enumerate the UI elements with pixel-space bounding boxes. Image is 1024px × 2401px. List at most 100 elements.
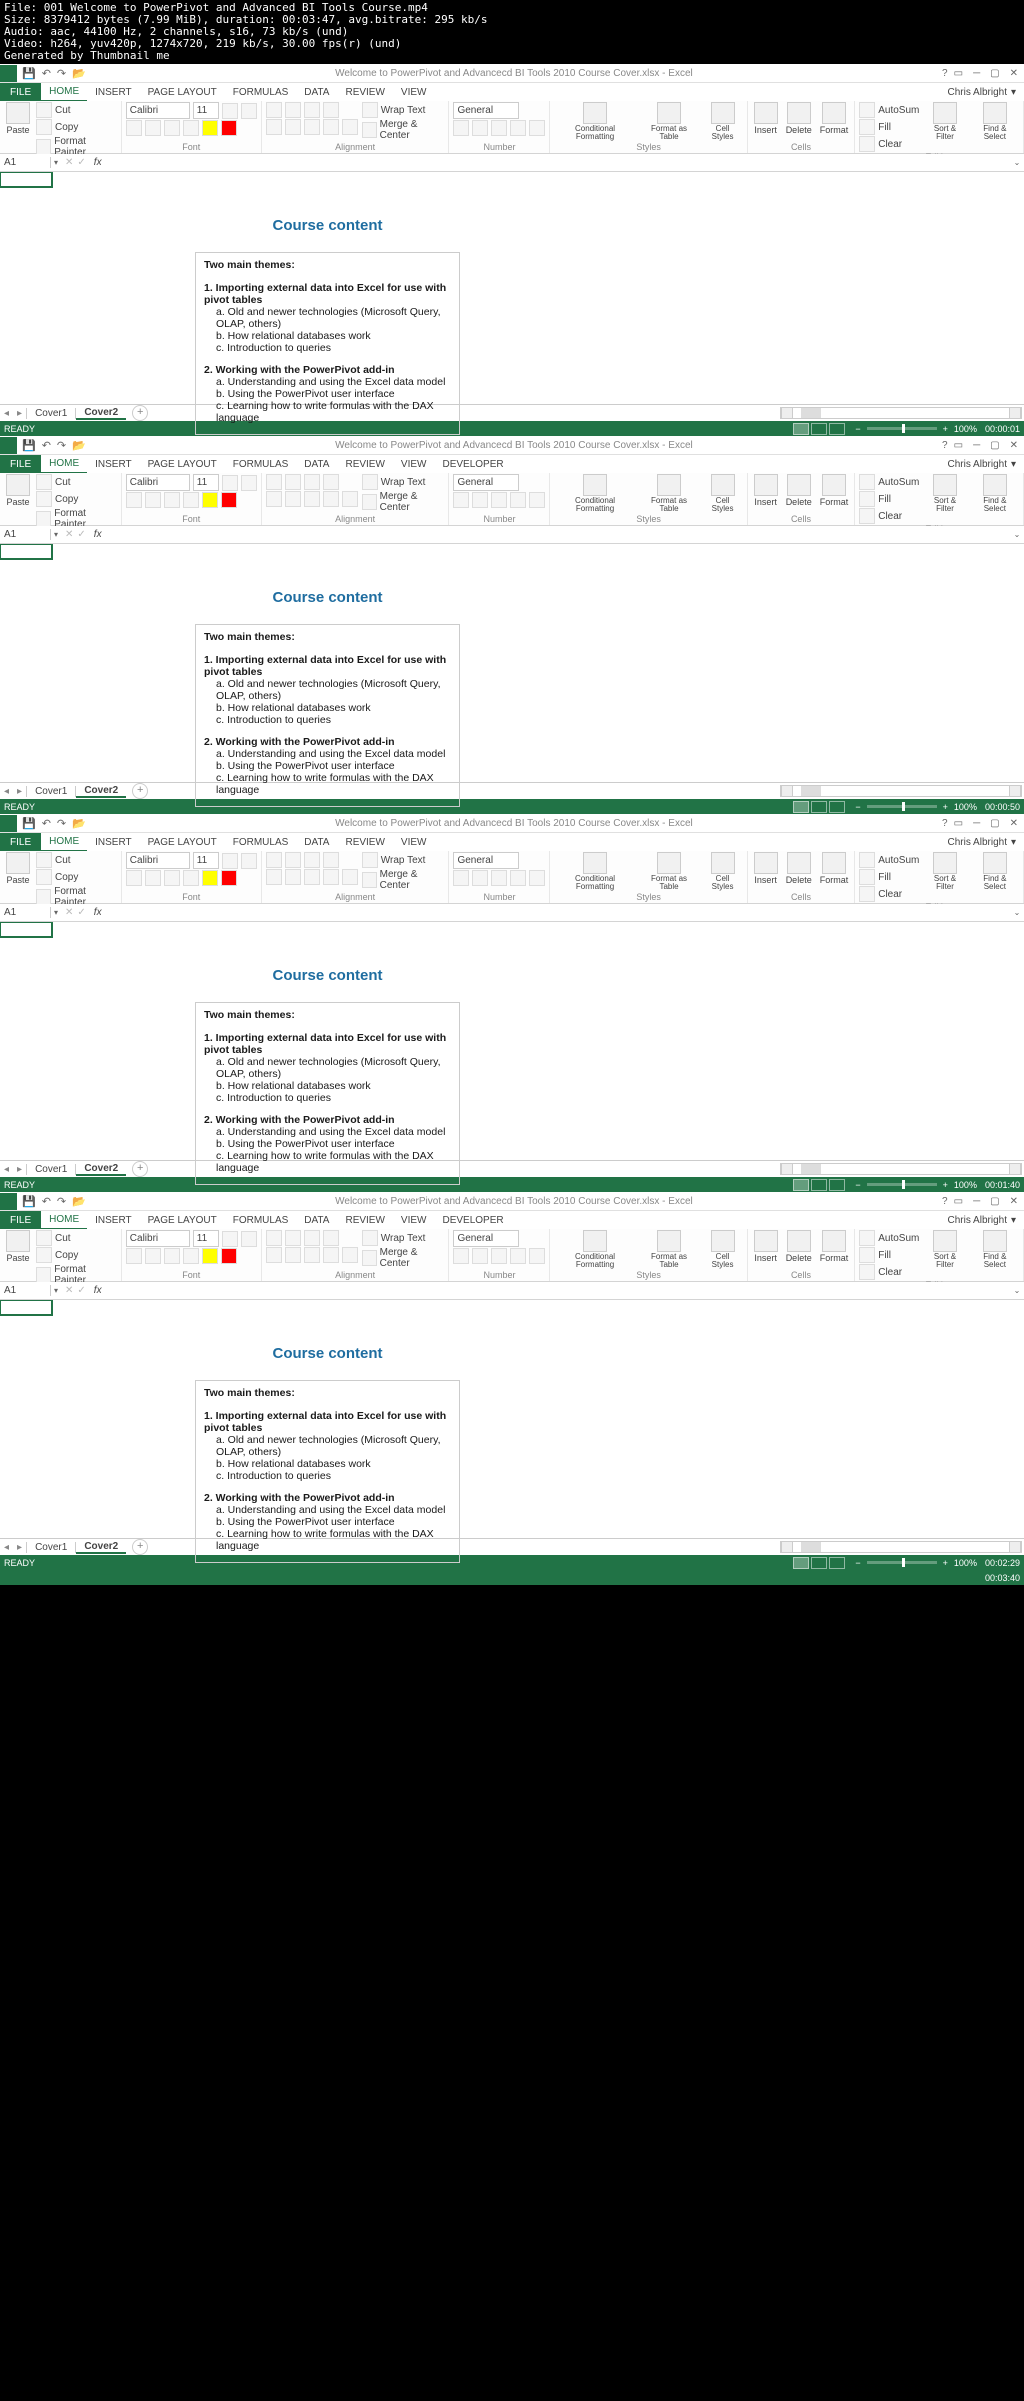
- indent-inc-icon[interactable]: [342, 119, 358, 135]
- sort-filter-button[interactable]: Sort & Filter: [923, 102, 966, 141]
- view-switcher[interactable]: [793, 423, 845, 435]
- copy-button[interactable]: Copy: [36, 119, 117, 135]
- format-cells-button[interactable]: Format: [818, 102, 851, 135]
- comma-icon[interactable]: [491, 120, 507, 136]
- cf-icon: [583, 102, 607, 124]
- account-user[interactable]: Chris Albright▾: [940, 83, 1024, 101]
- view-pagebreak-icon[interactable]: [829, 423, 845, 435]
- delete-icon: [787, 102, 811, 124]
- zoom-level[interactable]: 100%: [954, 424, 977, 434]
- horizontal-scrollbar[interactable]: [780, 407, 1022, 419]
- excel-icon: [0, 65, 17, 82]
- maximize-icon[interactable]: ▢: [990, 68, 999, 79]
- sort-icon: [933, 102, 957, 124]
- redo-icon[interactable]: ↷: [57, 67, 66, 80]
- timestamp-2: 00:00:50: [985, 802, 1020, 812]
- paste-button[interactable]: Paste: [4, 102, 32, 135]
- underline-icon[interactable]: [164, 120, 180, 136]
- excel-window-4: 💾↶↷📂Welcome to PowerPivot and Advancecd …: [0, 1192, 1024, 1570]
- theme1-c: c. Introduction to queries: [204, 342, 451, 354]
- tab-scroll-left-icon[interactable]: ◂: [0, 408, 13, 419]
- fontsize-selector[interactable]: 11: [193, 102, 219, 119]
- open-icon[interactable]: 📂: [72, 67, 86, 80]
- cell-styles-button[interactable]: Cell Styles: [702, 102, 742, 141]
- group-label: Alignment: [266, 142, 445, 153]
- cell-a1-selection[interactable]: [0, 172, 53, 188]
- align-left-icon[interactable]: [266, 119, 282, 135]
- tab-scroll-right-icon[interactable]: ▸: [13, 408, 26, 419]
- cut-button[interactable]: Cut: [36, 102, 117, 118]
- number-format-selector[interactable]: General: [453, 102, 519, 119]
- align-middle-icon[interactable]: [285, 102, 301, 118]
- zoom-slider[interactable]: [867, 427, 937, 430]
- name-box-dropdown-icon[interactable]: ▾: [51, 158, 61, 167]
- delete-cells-button[interactable]: Delete: [784, 102, 814, 135]
- worksheet-area[interactable]: Course content Two main themes: 1. Impor…: [0, 172, 1024, 404]
- border-icon[interactable]: [183, 120, 199, 136]
- view-normal-icon[interactable]: [793, 423, 809, 435]
- orientation-icon[interactable]: [323, 102, 339, 118]
- clear-button[interactable]: Clear: [859, 136, 919, 152]
- status-ready: READY: [4, 424, 35, 434]
- review-tab[interactable]: REVIEW: [337, 83, 392, 101]
- undo-icon[interactable]: ↶: [42, 67, 51, 80]
- fill-color-icon[interactable]: [202, 120, 218, 136]
- excel-window-1: 💾 ↶ ↷ 📂 Welcome to PowerPivot and Advanc…: [0, 64, 1024, 436]
- font-color-icon[interactable]: [221, 120, 237, 136]
- minimize-icon[interactable]: ─: [973, 68, 980, 79]
- name-box[interactable]: A1: [0, 157, 51, 168]
- sheet-tab-cover2[interactable]: Cover2: [76, 407, 126, 420]
- close-icon[interactable]: ✕: [1010, 68, 1018, 79]
- view-tab[interactable]: VIEW: [393, 83, 435, 101]
- wrap-icon: [362, 102, 378, 118]
- thumbnail-stack: File: 001 Welcome to PowerPivot and Adva…: [0, 0, 1024, 1585]
- sheet-tab-cover1[interactable]: Cover1: [26, 408, 76, 419]
- insert-tab[interactable]: INSERT: [87, 83, 140, 101]
- home-tab[interactable]: HOME: [41, 83, 87, 101]
- merge-center-button[interactable]: Merge & Center: [362, 119, 445, 141]
- font-selector[interactable]: Calibri: [126, 102, 190, 119]
- file-tab[interactable]: FILE: [0, 83, 41, 101]
- pagelayout-tab[interactable]: PAGE LAYOUT: [140, 83, 225, 101]
- wrap-text-button[interactable]: Wrap Text: [362, 102, 445, 118]
- formula-bar-expand-icon[interactable]: ⌄: [1010, 158, 1024, 167]
- new-sheet-button[interactable]: +: [132, 405, 148, 421]
- zoom-in-icon[interactable]: +: [943, 424, 948, 434]
- group-editing: AutoSum Fill Clear Sort & Filter Find & …: [855, 101, 1024, 153]
- conditional-formatting-button[interactable]: Conditional Formatting: [554, 102, 635, 141]
- fill-button[interactable]: Fill: [859, 119, 919, 135]
- group-label: Font: [126, 142, 257, 153]
- zoom-out-icon[interactable]: −: [855, 424, 860, 434]
- zoom-control[interactable]: − +100%: [855, 424, 977, 434]
- currency-icon[interactable]: [453, 120, 469, 136]
- fx-icon[interactable]: fx: [90, 157, 108, 168]
- align-right-icon[interactable]: [304, 119, 320, 135]
- indent-dec-icon[interactable]: [323, 119, 339, 135]
- italic-icon[interactable]: [145, 120, 161, 136]
- find-select-button[interactable]: Find & Select: [971, 102, 1019, 141]
- grow-font-icon[interactable]: [222, 103, 238, 119]
- align-bottom-icon[interactable]: [304, 102, 320, 118]
- view-pagelayout-icon[interactable]: [811, 423, 827, 435]
- timestamp-5: 00:03:40: [985, 1573, 1020, 1583]
- format-as-table-button[interactable]: Format as Table: [640, 102, 699, 141]
- enter-icon[interactable]: ✓: [77, 157, 85, 168]
- percent-icon[interactable]: [472, 120, 488, 136]
- fat-icon: [657, 102, 681, 124]
- formulas-tab[interactable]: FORMULAS: [225, 83, 297, 101]
- align-center-icon[interactable]: [285, 119, 301, 135]
- dec-decimal-icon[interactable]: [529, 120, 545, 136]
- cs-icon: [711, 102, 735, 124]
- data-tab[interactable]: DATA: [296, 83, 337, 101]
- insert-cells-button[interactable]: Insert: [752, 102, 780, 135]
- quick-access-toolbar[interactable]: 💾 ↶ ↷ 📂: [19, 67, 86, 80]
- bold-icon[interactable]: [126, 120, 142, 136]
- save-icon[interactable]: 💾: [22, 67, 36, 80]
- autosum-button[interactable]: AutoSum: [859, 102, 919, 118]
- shrink-font-icon[interactable]: [241, 103, 257, 119]
- align-top-icon[interactable]: [266, 102, 282, 118]
- cancel-icon[interactable]: ✕: [65, 157, 73, 168]
- help-icon[interactable]: ?: [942, 68, 954, 79]
- ribbon-options-icon[interactable]: ▭: [954, 68, 963, 79]
- inc-decimal-icon[interactable]: [510, 120, 526, 136]
